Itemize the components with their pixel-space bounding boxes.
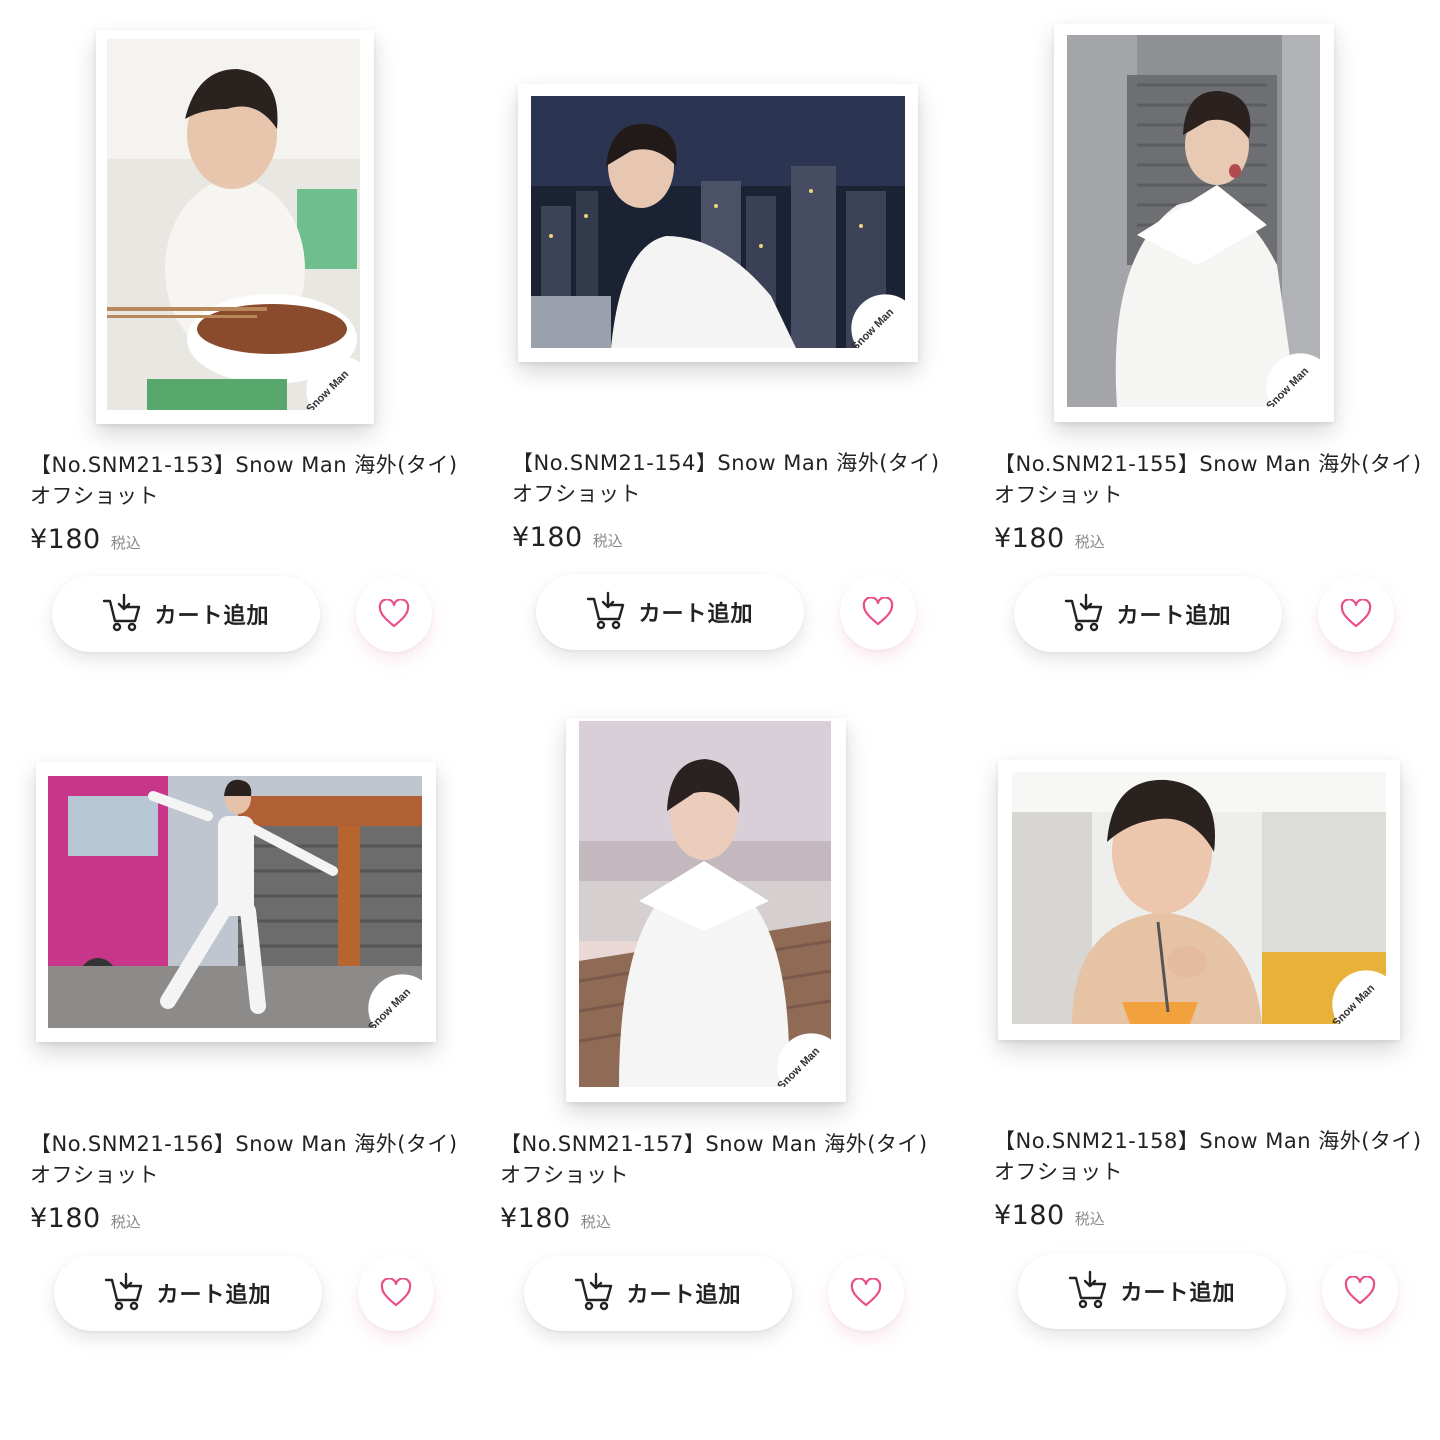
product-price: ¥180: [994, 523, 1065, 554]
product-card: Snow Man 【No.SNM21-153】Snow Man 海外(タイ)オフ…: [30, 0, 490, 680]
heart-icon: [850, 1278, 882, 1307]
favorite-button[interactable]: [1318, 576, 1394, 652]
tax-label: 税込: [1074, 1210, 1105, 1228]
product-photo: Snow Man: [48, 776, 422, 1028]
product-title[interactable]: 【No.SNM21-153】Snow Man 海外(タイ)オフショット: [30, 450, 470, 512]
tax-label: 税込: [580, 1213, 611, 1231]
photo-print: Snow Man: [96, 30, 374, 424]
add-to-cart-button[interactable]: カート追加: [1018, 1253, 1286, 1329]
tax-label: 税込: [110, 534, 141, 552]
add-to-cart-button[interactable]: カート追加: [524, 1255, 792, 1331]
product-photo: Snow Man: [107, 39, 360, 410]
product-title[interactable]: 【No.SNM21-154】Snow Man 海外(タイ)オフショット: [512, 448, 952, 510]
cart-button-label: カート追加: [156, 1282, 272, 1307]
favorite-button[interactable]: [840, 574, 916, 650]
favorite-button[interactable]: [1322, 1253, 1398, 1329]
photo-print: Snow Man: [1054, 24, 1334, 422]
product-photo-area[interactable]: Snow Man: [512, 0, 972, 440]
add-to-cart-button[interactable]: カート追加: [52, 576, 320, 652]
tax-label: 税込: [592, 532, 623, 550]
cart-icon: [105, 1272, 143, 1311]
product-photo-area[interactable]: Snow Man: [500, 680, 960, 1120]
product-price: ¥180: [30, 1203, 101, 1234]
product-card: Snow Man 【No.SNM21-156】Snow Man 海外(タイ)オフ…: [30, 680, 490, 1360]
product-card: Snow Man 【No.SNM21-157】Snow Man 海外(タイ)オフ…: [500, 680, 960, 1360]
product-title[interactable]: 【No.SNM21-157】Snow Man 海外(タイ)オフショット: [500, 1129, 940, 1191]
cart-button-label: カート追加: [626, 1282, 742, 1307]
heart-icon: [380, 1278, 412, 1307]
heart-icon: [1344, 1276, 1376, 1305]
heart-icon: [378, 599, 410, 628]
cart-button-label: カート追加: [1120, 1280, 1236, 1305]
favorite-button[interactable]: [828, 1255, 904, 1331]
product-photo-area[interactable]: Snow Man: [994, 0, 1440, 440]
product-photo-area[interactable]: Snow Man: [30, 0, 490, 440]
heart-icon: [862, 597, 894, 626]
cart-button-label: カート追加: [638, 601, 754, 626]
product-title[interactable]: 【No.SNM21-156】Snow Man 海外(タイ)オフショット: [30, 1129, 470, 1191]
price-row: ¥180 税込: [30, 524, 141, 555]
product-grid: Snow Man 【No.SNM21-153】Snow Man 海外(タイ)オフ…: [0, 0, 1440, 1440]
tax-label: 税込: [1074, 533, 1105, 551]
favorite-button[interactable]: [358, 1255, 434, 1331]
product-title[interactable]: 【No.SNM21-158】Snow Man 海外(タイ)オフショット: [994, 1126, 1434, 1188]
photo-print: Snow Man: [518, 84, 918, 362]
product-price: ¥180: [512, 522, 583, 553]
cart-icon: [1065, 593, 1103, 632]
cart-icon: [575, 1272, 613, 1311]
photo-print: Snow Man: [998, 760, 1400, 1040]
add-to-cart-button[interactable]: カート追加: [1014, 576, 1282, 652]
product-price: ¥180: [500, 1203, 571, 1234]
product-photo: Snow Man: [579, 721, 831, 1087]
price-row: ¥180 税込: [500, 1203, 611, 1234]
price-row: ¥180 税込: [30, 1203, 141, 1234]
price-row: ¥180 税込: [512, 522, 623, 553]
product-card: Snow Man 【No.SNM21-154】Snow Man 海外(タイ)オフ…: [512, 0, 972, 680]
product-photo: Snow Man: [1067, 35, 1320, 407]
cart-icon: [587, 591, 625, 630]
cart-icon: [103, 593, 141, 632]
product-price: ¥180: [30, 524, 101, 555]
product-card: Snow Man 【No.SNM21-155】Snow Man 海外(タイ)オフ…: [994, 0, 1440, 680]
photo-print: Snow Man: [36, 762, 436, 1042]
photo-print: Snow Man: [566, 718, 846, 1102]
product-card: Snow Man 【No.SNM21-158】Snow Man 海外(タイ)オフ…: [994, 680, 1440, 1360]
price-row: ¥180 税込: [994, 1200, 1105, 1231]
product-title[interactable]: 【No.SNM21-155】Snow Man 海外(タイ)オフショット: [994, 449, 1434, 511]
add-to-cart-button[interactable]: カート追加: [54, 1255, 322, 1331]
cart-icon: [1069, 1270, 1107, 1309]
cart-button-label: カート追加: [1116, 603, 1232, 628]
product-photo-area[interactable]: Snow Man: [30, 680, 490, 1120]
product-photo: Snow Man: [1012, 772, 1386, 1024]
cart-button-label: カート追加: [154, 603, 270, 628]
product-photo-area[interactable]: Snow Man: [994, 680, 1440, 1120]
product-photo: Snow Man: [531, 96, 905, 348]
heart-icon: [1340, 599, 1372, 628]
favorite-button[interactable]: [356, 576, 432, 652]
product-price: ¥180: [994, 1200, 1065, 1231]
add-to-cart-button[interactable]: カート追加: [536, 574, 804, 650]
tax-label: 税込: [110, 1213, 141, 1231]
price-row: ¥180 税込: [994, 523, 1105, 554]
